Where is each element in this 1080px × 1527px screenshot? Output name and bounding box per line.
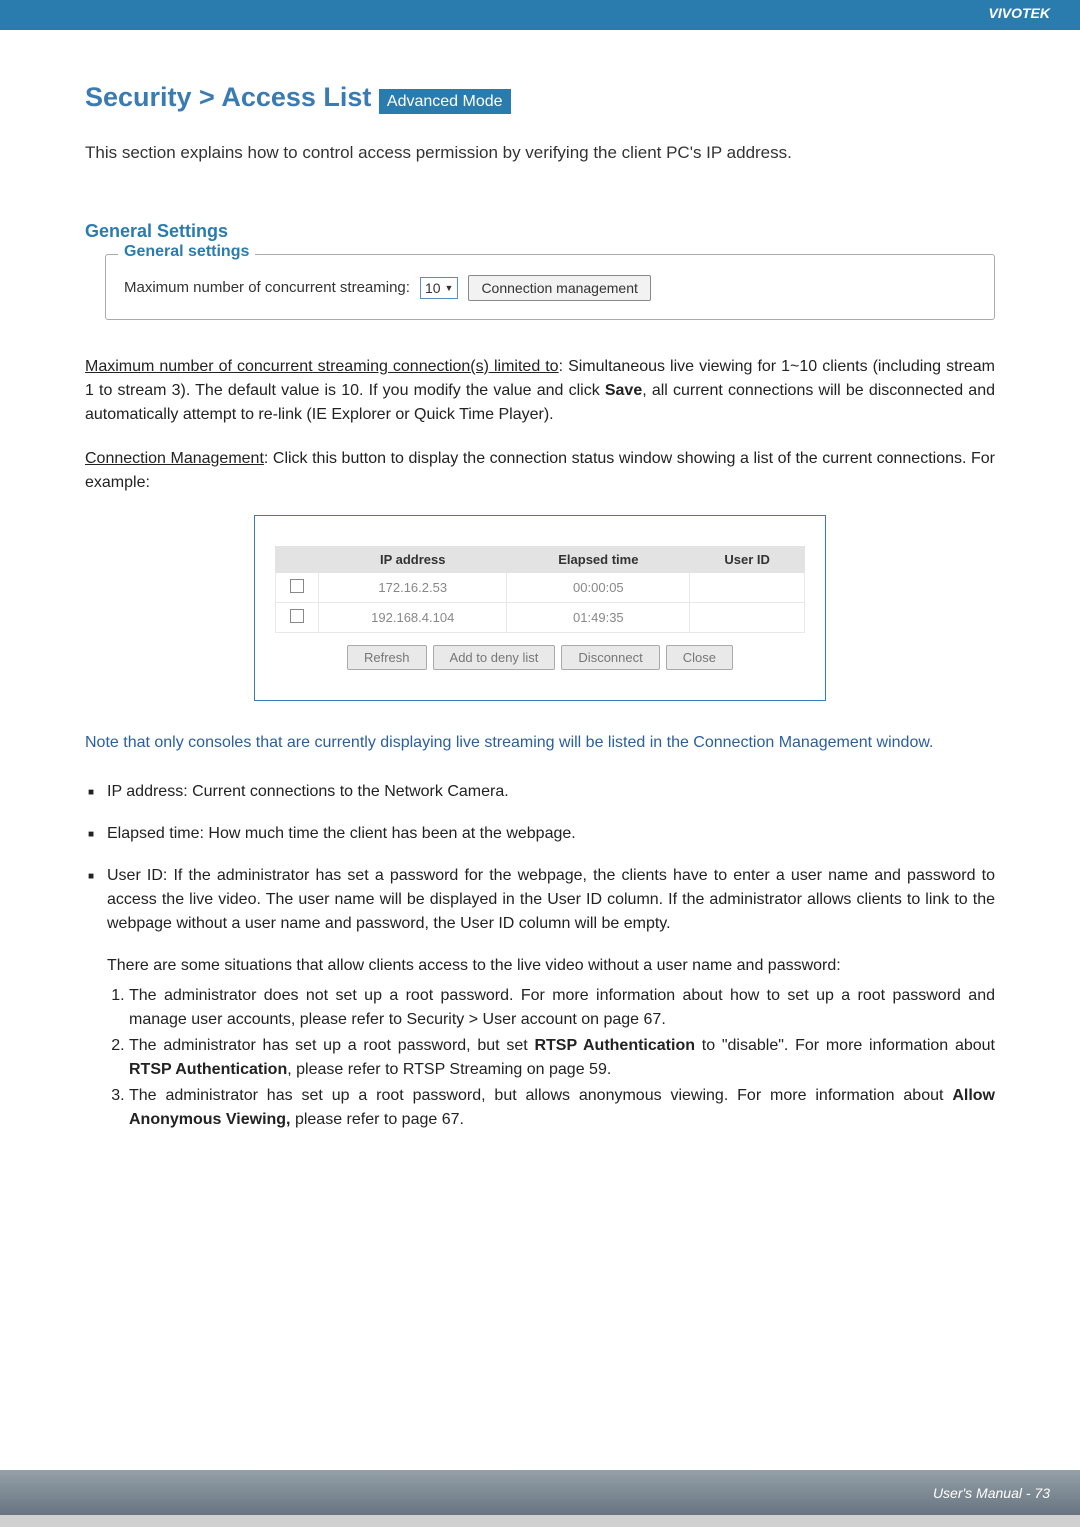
- num-item-3: The administrator has set up a root pass…: [129, 1084, 995, 1132]
- footer-text: User's Manual - 73: [933, 1485, 1050, 1501]
- row-ip: 172.16.2.53: [319, 572, 507, 602]
- separator: [0, 30, 1080, 50]
- table-row: 192.168.4.104 01:49:35: [276, 602, 805, 632]
- situations-intro: There are some situations that allow cli…: [107, 954, 995, 978]
- row-checkbox-cell: [276, 602, 319, 632]
- row-elapsed: 01:49:35: [507, 602, 690, 632]
- row-checkbox[interactable]: [290, 609, 304, 623]
- n3c: please refer to page 67.: [291, 1111, 464, 1128]
- header-bar: VIVOTEK: [0, 0, 1080, 30]
- num-item-1: The administrator does not set up a root…: [129, 984, 995, 1032]
- footer-bar: User's Manual - 73: [0, 1470, 1080, 1515]
- max-conn-underline: Maximum number of concurrent streaming c…: [85, 358, 559, 375]
- page-title: Security > Access List Advanced Mode: [85, 80, 995, 115]
- col-ip: IP address: [319, 546, 507, 572]
- table-row: 172.16.2.53 00:00:05: [276, 572, 805, 602]
- note-paragraph: Note that only consoles that are current…: [85, 731, 995, 755]
- col-checkbox: [276, 546, 319, 572]
- n2c: to "disable". For more information about: [695, 1037, 995, 1054]
- bullet-elapsed: Elapsed time: How much time the client h…: [85, 822, 995, 846]
- conn-mgmt-paragraph: Connection Management: Click this button…: [85, 447, 995, 495]
- row-ip: 192.168.4.104: [319, 602, 507, 632]
- num-item-2: The administrator has set up a root pass…: [129, 1034, 995, 1082]
- brand-label: VIVOTEK: [989, 5, 1050, 21]
- n2a: The administrator has set up a root pass…: [129, 1037, 534, 1054]
- close-button[interactable]: Close: [666, 645, 733, 670]
- conn-mgmt-underline: Connection Management: [85, 450, 264, 467]
- n2e: , please refer to RTSP Streaming on page…: [287, 1061, 611, 1078]
- n3a: The administrator has set up a root pass…: [129, 1087, 952, 1104]
- intro-paragraph: This section explains how to control acc…: [85, 140, 995, 166]
- row-checkbox[interactable]: [290, 579, 304, 593]
- row-userid: [690, 572, 805, 602]
- col-elapsed: Elapsed time: [507, 546, 690, 572]
- table-header-row: IP address Elapsed time User ID: [276, 546, 805, 572]
- row-checkbox-cell: [276, 572, 319, 602]
- connection-management-button[interactable]: Connection management: [468, 275, 650, 301]
- add-to-deny-button[interactable]: Add to deny list: [433, 645, 556, 670]
- fieldset-row: Maximum number of concurrent streaming: …: [124, 275, 976, 301]
- save-word: Save: [605, 382, 642, 399]
- n2d: RTSP Authentication: [129, 1061, 287, 1078]
- max-conn-paragraph: Maximum number of concurrent streaming c…: [85, 355, 995, 427]
- bullet-userid: User ID: If the administrator has set a …: [85, 864, 995, 936]
- bullet-ip: IP address: Current connections to the N…: [85, 780, 995, 804]
- connection-buttons: Refresh Add to deny list Disconnect Clos…: [275, 645, 805, 670]
- advanced-mode-badge: Advanced Mode: [379, 89, 511, 114]
- refresh-button[interactable]: Refresh: [347, 645, 427, 670]
- numbered-list: The administrator does not set up a root…: [107, 984, 995, 1132]
- general-settings-fieldset: General settings Maximum number of concu…: [105, 254, 995, 320]
- row-userid: [690, 602, 805, 632]
- page-content: Security > Access List Advanced Mode Thi…: [0, 50, 1080, 1470]
- col-userid: User ID: [690, 546, 805, 572]
- disconnect-button[interactable]: Disconnect: [561, 645, 659, 670]
- chevron-down-icon: ▼: [445, 283, 454, 293]
- general-settings-heading: General Settings: [85, 221, 995, 242]
- fieldset-legend: General settings: [118, 243, 255, 261]
- title-text: Security > Access List: [85, 82, 379, 112]
- streaming-label: Maximum number of concurrent streaming:: [124, 279, 410, 296]
- row-elapsed: 00:00:05: [507, 572, 690, 602]
- streaming-value: 10: [425, 280, 441, 296]
- connection-management-window: IP address Elapsed time User ID 172.16.2…: [254, 515, 826, 701]
- connection-table: IP address Elapsed time User ID 172.16.2…: [275, 546, 805, 633]
- streaming-select[interactable]: 10 ▼: [420, 277, 459, 299]
- n2b: RTSP Authentication: [534, 1037, 695, 1054]
